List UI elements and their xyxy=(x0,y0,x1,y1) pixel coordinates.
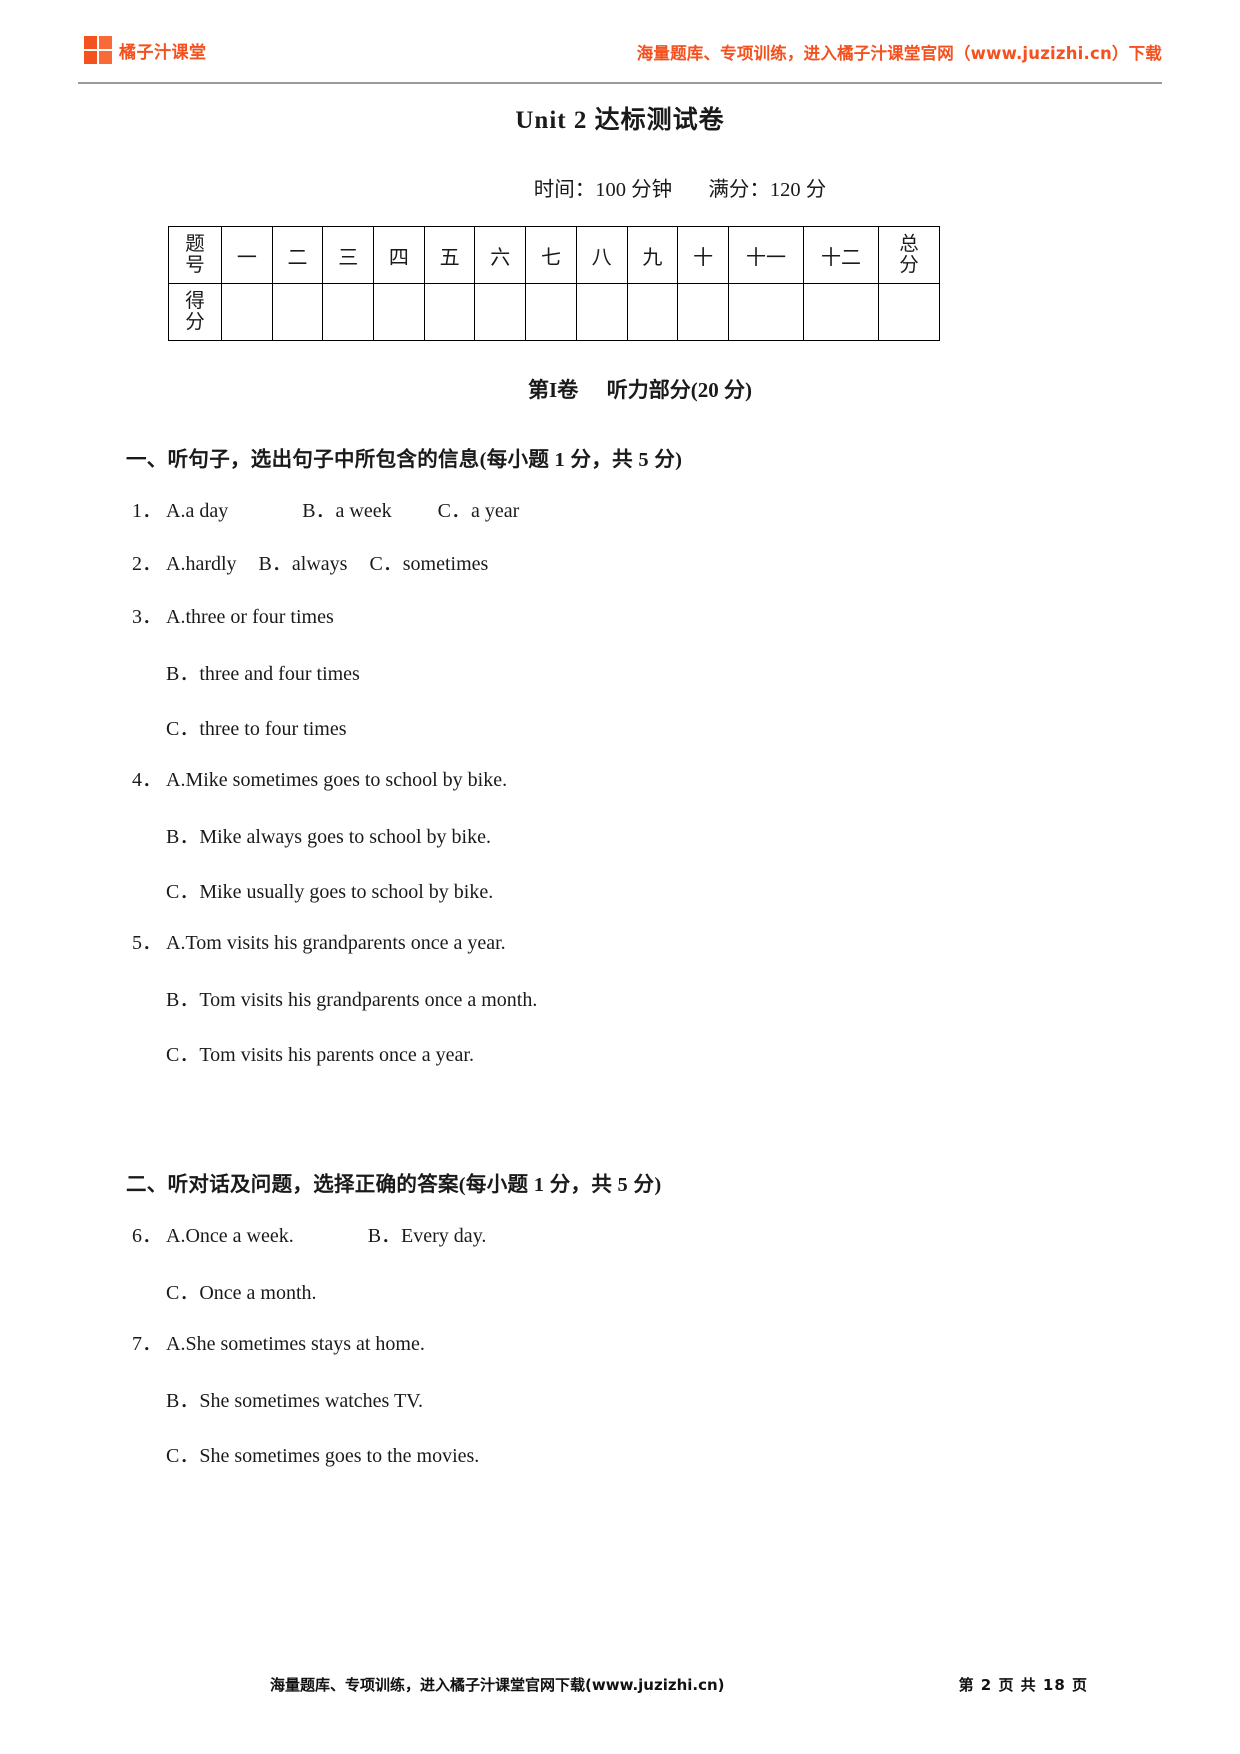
option-b[interactable]: B．a week xyxy=(302,500,391,522)
question-number: 5． xyxy=(132,932,162,954)
question-4-option-c[interactable]: C．Mike usually goes to school by bike. xyxy=(166,875,1144,904)
col-header-12: 十二 xyxy=(803,226,879,284)
option-b[interactable]: B．Every day. xyxy=(368,1225,487,1247)
question-7: 7． A.She sometimes stays at home. xyxy=(126,1331,1144,1358)
page-footer: 海量题库、专项训练，进入橘子汁课堂官网下载(www.juzizhi.cn) 第 … xyxy=(78,1674,1162,1708)
question-3-option-c[interactable]: C．three to four times xyxy=(166,712,1144,741)
score-cell-12[interactable] xyxy=(803,283,879,341)
score-cell-total[interactable] xyxy=(878,283,940,341)
col-header-2: 二 xyxy=(271,226,324,284)
col-header-9: 九 xyxy=(626,226,679,284)
table-row-scores: 得 分 xyxy=(168,283,940,341)
header-divider xyxy=(78,82,1162,84)
option-a[interactable]: A.hardly xyxy=(166,553,237,575)
question-4: 4． A.Mike sometimes goes to school by bik… xyxy=(126,767,1144,794)
table-row-question-numbers: 题 号 一 二 三 四 五 六 七 八 九 十 十一 十二 总 分 xyxy=(168,226,940,284)
question-2: 2． A.hardly B．always C．sometimes xyxy=(126,551,1144,578)
col-header-5: 五 xyxy=(423,226,476,284)
logo-squares-icon xyxy=(84,36,112,64)
score-cell-10[interactable] xyxy=(677,283,729,341)
exam-page: 橘子汁课堂 海量题库、专项训练，进入橘子汁课堂官网（www.juzizhi.cn… xyxy=(0,0,1240,1754)
score-cell-3[interactable] xyxy=(322,283,375,341)
option-c[interactable]: C．sometimes xyxy=(369,553,488,575)
question-7-option-c[interactable]: C．She sometimes goes to the movies. xyxy=(166,1439,1144,1468)
exam-time: 时间：100 分钟 xyxy=(533,179,673,201)
footer-promo-text: 海量题库、专项训练，进入橘子汁课堂官网下载(www.juzizhi.cn) xyxy=(270,1676,725,1694)
score-cell-1[interactable] xyxy=(221,283,273,341)
footer-page-number: 第 2 页 共 18 页 xyxy=(958,1676,1088,1694)
row-header-question-number: 题 号 xyxy=(168,226,222,284)
score-cell-6[interactable] xyxy=(474,283,527,341)
question-number: 4． xyxy=(132,769,162,791)
col-header-11: 十一 xyxy=(728,226,804,284)
question-6-option-c[interactable]: C．Once a month. xyxy=(166,1276,1144,1305)
score-table: 题 号 一 二 三 四 五 六 七 八 九 十 十一 十二 总 分 得 分 xyxy=(168,226,940,341)
option-a[interactable]: A.She sometimes stays at home. xyxy=(166,1333,425,1355)
part-heading: 第I卷 听力部分(20 分) xyxy=(96,374,1144,404)
page-title: Unit 2 达标测试卷 xyxy=(515,107,725,134)
option-a[interactable]: A.Once a week. xyxy=(166,1225,294,1247)
row-header-score: 得 分 xyxy=(168,283,222,341)
question-3-option-b[interactable]: B．three and four times xyxy=(166,657,1144,686)
question-5-option-c[interactable]: C．Tom visits his parents once a year. xyxy=(166,1038,1144,1067)
exam-meta: 时间：100 分钟 满分：120 分 xyxy=(0,172,1240,202)
question-3: 3． A.three or four times xyxy=(126,604,1144,631)
col-header-3: 三 xyxy=(322,226,375,284)
score-cell-7[interactable] xyxy=(525,283,577,341)
option-c[interactable]: C．a year xyxy=(438,500,520,522)
exam-full-score: 满分：120 分 xyxy=(708,179,827,201)
score-table-wrapper: 题 号 一 二 三 四 五 六 七 八 九 十 十一 十二 总 分 得 分 xyxy=(168,226,940,341)
brand-name: 橘子汁课堂 xyxy=(119,42,207,63)
section-heading-1: 一、听句子，选出句子中所包含的信息(每小题 1 分，共 5 分) xyxy=(126,449,683,471)
col-header-1: 一 xyxy=(221,226,273,284)
col-header-4: 四 xyxy=(373,226,425,284)
score-cell-2[interactable] xyxy=(271,283,324,341)
page-header: 橘子汁课堂 海量题库、专项训练，进入橘子汁课堂官网（www.juzizhi.cn… xyxy=(78,30,1162,84)
question-4-option-b[interactable]: B．Mike always goes to school by bike. xyxy=(166,820,1144,849)
exam-content: 第I卷 听力部分(20 分) 一、听句子，选出句子中所包含的信息(每小题 1 分… xyxy=(96,362,1144,1468)
question-number: 6． xyxy=(132,1225,162,1247)
option-a[interactable]: A.Tom visits his grandparents once a yea… xyxy=(166,932,506,954)
brand-logo: 橘子汁课堂 xyxy=(84,36,207,64)
question-6: 6． A.Once a week. B．Every day. xyxy=(126,1223,1144,1250)
col-header-7: 七 xyxy=(525,226,577,284)
option-b[interactable]: B．always xyxy=(259,553,348,575)
score-cell-11[interactable] xyxy=(728,283,804,341)
part-name: 听力部分(20 分) xyxy=(606,378,752,402)
question-5: 5． A.Tom visits his grandparents once a y… xyxy=(126,930,1144,957)
option-a[interactable]: A.a day xyxy=(166,500,228,522)
score-cell-9[interactable] xyxy=(626,283,679,341)
score-cell-4[interactable] xyxy=(373,283,425,341)
col-header-8: 八 xyxy=(575,226,628,284)
col-header-6: 六 xyxy=(474,226,527,284)
question-number: 1． xyxy=(132,500,162,522)
question-1: 1． A.a day B．a week C．a year xyxy=(126,498,1144,525)
question-5-option-b[interactable]: B．Tom visits his grandparents once a mon… xyxy=(166,983,1144,1012)
part-volume: 第I卷 xyxy=(528,378,579,402)
header-promo-text: 海量题库、专项训练，进入橘子汁课堂官网（www.juzizhi.cn）下载 xyxy=(636,44,1162,63)
question-number: 3． xyxy=(132,606,162,628)
question-number: 2． xyxy=(132,553,162,575)
col-header-total: 总 分 xyxy=(878,226,940,284)
score-cell-8[interactable] xyxy=(575,283,628,341)
option-a[interactable]: A.Mike sometimes goes to school by bike. xyxy=(166,769,507,791)
col-header-10: 十 xyxy=(677,226,729,284)
question-7-option-b[interactable]: B．She sometimes watches TV. xyxy=(166,1384,1144,1413)
score-cell-5[interactable] xyxy=(423,283,476,341)
question-number: 7． xyxy=(132,1333,162,1355)
option-a[interactable]: A.three or four times xyxy=(166,606,334,628)
section-heading-2: 二、听对话及问题，选择正确的答案(每小题 1 分，共 5 分) xyxy=(126,1174,662,1196)
